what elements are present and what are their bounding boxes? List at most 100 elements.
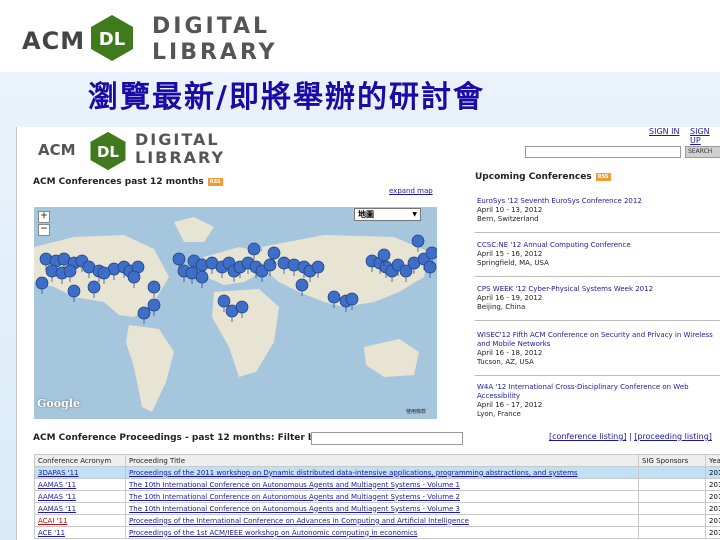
sig-cell bbox=[638, 502, 706, 515]
site-dl-hexagon-icon: DL bbox=[90, 131, 126, 171]
upcoming-item[interactable]: CPS WEEK '12 Cyber-Physical Systems Week… bbox=[477, 285, 717, 312]
slide-logo: ACM DL DIGITAL LIBRARY bbox=[0, 0, 303, 72]
map-pin-icon[interactable] bbox=[345, 292, 359, 310]
logo-library-text: LIBRARY bbox=[152, 40, 278, 65]
upcoming-item-title[interactable]: CPS WEEK '12 Cyber-Physical Systems Week… bbox=[477, 285, 717, 294]
filter-input[interactable] bbox=[311, 432, 463, 445]
table-row[interactable]: AAMAS '11 The 10th International Confere… bbox=[34, 478, 720, 491]
expand-map-link[interactable]: expand map bbox=[389, 187, 433, 195]
proceedings-table: Conference Acronym Proceeding Title SIG … bbox=[34, 454, 720, 539]
search-input[interactable] bbox=[525, 146, 681, 158]
map-terms-link[interactable]: 使用條款 bbox=[406, 408, 426, 415]
upcoming-item-title[interactable]: EuroSys '12 Seventh EuroSys Conference 2… bbox=[477, 197, 717, 206]
upcoming-item-title[interactable]: W4A '12 International Cross-Disciplinary… bbox=[477, 383, 717, 401]
sig-cell bbox=[638, 514, 706, 527]
column-header[interactable]: Proceeding Title bbox=[125, 454, 639, 467]
table-row[interactable]: AAMAS '11 The 10th International Confere… bbox=[34, 502, 720, 515]
dl-hexagon-icon: DL bbox=[91, 15, 133, 61]
table-row[interactable]: AAMAS '11 The 10th International Confere… bbox=[34, 490, 720, 503]
map-pin-icon[interactable] bbox=[137, 306, 151, 324]
acronym-cell[interactable]: ACE '11 bbox=[34, 526, 126, 539]
conference-listing-link[interactable]: [conference listing] bbox=[549, 432, 626, 441]
acronym-cell[interactable]: ACAI '11 bbox=[34, 514, 126, 527]
sig-cell bbox=[638, 478, 706, 491]
logo-acm-text: ACM bbox=[22, 27, 86, 55]
upcoming-item-place: Tucson, AZ, USA bbox=[477, 358, 534, 366]
year-cell: 2011 bbox=[705, 526, 720, 539]
proceeding-listing-link[interactable]: [proceeding listing] bbox=[634, 432, 712, 441]
search-button[interactable]: SEARCH bbox=[685, 146, 720, 158]
zoom-out-button[interactable]: − bbox=[38, 224, 50, 236]
divider bbox=[475, 232, 720, 233]
sig-cell bbox=[638, 526, 706, 539]
upcoming-heading: Upcoming Conferences RSS bbox=[475, 172, 611, 182]
table-header-row: Conference Acronym Proceeding Title SIG … bbox=[34, 454, 720, 467]
google-logo: Google bbox=[37, 397, 80, 410]
conferences-heading-text: ACM Conferences past 12 months bbox=[33, 177, 204, 187]
world-map-graphic bbox=[34, 217, 437, 412]
site-logo-dl: DL bbox=[97, 143, 119, 161]
map-type-select[interactable]: 地圖 ▼ bbox=[354, 208, 421, 221]
chevron-down-icon: ▼ bbox=[412, 211, 417, 218]
zoom-in-button[interactable]: + bbox=[38, 211, 50, 223]
title-cell[interactable]: Proceedings of the 1st ACM/IEEE workshop… bbox=[125, 526, 639, 539]
proceedings-heading: ACM Conference Proceedings - past 12 mon… bbox=[33, 433, 321, 443]
map-pin-icon[interactable] bbox=[35, 276, 49, 294]
column-header[interactable]: Conference Acronym bbox=[34, 454, 126, 467]
year-cell: 2011 bbox=[705, 478, 720, 491]
site-logo-acm: ACM bbox=[38, 141, 76, 159]
land-greenland bbox=[174, 217, 214, 242]
divider bbox=[475, 375, 720, 376]
upcoming-item-place: Springfield, MA, USA bbox=[477, 259, 549, 267]
acm-dl-screenshot: ACM DL DIGITAL LIBRARY SIGN IN SIGN UP S… bbox=[16, 127, 720, 540]
table-row[interactable]: ACE '11 Proceedings of the 1st ACM/IEEE … bbox=[34, 526, 720, 539]
upcoming-item-title[interactable]: WISEC'12 Fifth ACM Conference on Securit… bbox=[477, 331, 717, 349]
conferences-heading: ACM Conferences past 12 months RSS bbox=[33, 177, 223, 187]
table-row[interactable]: 3DAPAS '11 Proceedings of the 2011 works… bbox=[34, 466, 720, 479]
logo-dl-text: DL bbox=[99, 29, 125, 50]
title-cell[interactable]: The 10th International Conference on Aut… bbox=[125, 502, 639, 515]
title-cell[interactable]: Proceedings of the 2011 workshop on Dyna… bbox=[125, 466, 639, 479]
land-australia bbox=[364, 339, 419, 377]
upcoming-item-dates: April 16 - 17, 2012 bbox=[477, 401, 543, 409]
year-cell: 2011 bbox=[705, 490, 720, 503]
upcoming-item-title[interactable]: CCSC:NE '12 Annual Computing Conference bbox=[477, 241, 717, 250]
year-cell: 2011 bbox=[705, 514, 720, 527]
upcoming-item-dates: April 15 - 16, 2012 bbox=[477, 250, 543, 258]
rss-icon[interactable]: RSS bbox=[595, 172, 611, 181]
conference-map[interactable]: + − Google 使用條款 bbox=[34, 207, 437, 419]
upcoming-item-place: Beijing, China bbox=[477, 303, 526, 311]
upcoming-item[interactable]: EuroSys '12 Seventh EuroSys Conference 2… bbox=[477, 197, 717, 224]
upcoming-item-dates: April 16 - 19, 2012 bbox=[477, 294, 543, 302]
title-cell[interactable]: The 10th International Conference on Aut… bbox=[125, 478, 639, 491]
upcoming-item[interactable]: CCSC:NE '12 Annual Computing Conference … bbox=[477, 241, 717, 268]
year-cell: 2011 bbox=[705, 466, 720, 479]
map-pin-icon[interactable] bbox=[67, 284, 81, 302]
title-cell[interactable]: The 10th International Conference on Aut… bbox=[125, 490, 639, 503]
upcoming-item[interactable]: W4A '12 International Cross-Disciplinary… bbox=[477, 383, 717, 419]
slide-title: 瀏覽最新/即將舉辦的研討會 bbox=[88, 80, 485, 115]
sig-cell bbox=[638, 490, 706, 503]
year-cell: 2011 bbox=[705, 502, 720, 515]
site-logo-library: LIBRARY bbox=[135, 148, 226, 167]
rss-icon[interactable]: RSS bbox=[207, 177, 223, 186]
site-logo-digital: DIGITAL bbox=[135, 130, 220, 149]
column-header[interactable]: SIG Sponsors bbox=[638, 454, 706, 467]
acronym-cell[interactable]: AAMAS '11 bbox=[34, 490, 126, 503]
acronym-cell[interactable]: AAMAS '11 bbox=[34, 502, 126, 515]
acronym-cell[interactable]: 3DAPAS '11 bbox=[34, 466, 126, 479]
column-header[interactable]: Year bbox=[705, 454, 720, 467]
upcoming-item-dates: April 16 - 18, 2012 bbox=[477, 349, 543, 357]
upcoming-item[interactable]: WISEC'12 Fifth ACM Conference on Securit… bbox=[477, 331, 717, 367]
title-cell[interactable]: Proceedings of the International Confere… bbox=[125, 514, 639, 527]
map-pin-icon[interactable] bbox=[195, 270, 209, 288]
sig-cell bbox=[638, 466, 706, 479]
land-south-america bbox=[126, 325, 174, 412]
table-row[interactable]: ACAI '11 Proceedings of the Internationa… bbox=[34, 514, 720, 527]
acronym-cell[interactable]: AAMAS '11 bbox=[34, 478, 126, 491]
upcoming-item-place: Bern, Switzerland bbox=[477, 215, 539, 223]
map-pin-icon[interactable] bbox=[423, 260, 437, 278]
sign-up-link[interactable]: SIGN UP bbox=[690, 127, 720, 145]
divider bbox=[475, 320, 720, 321]
sign-in-link[interactable]: SIGN IN bbox=[649, 127, 680, 136]
